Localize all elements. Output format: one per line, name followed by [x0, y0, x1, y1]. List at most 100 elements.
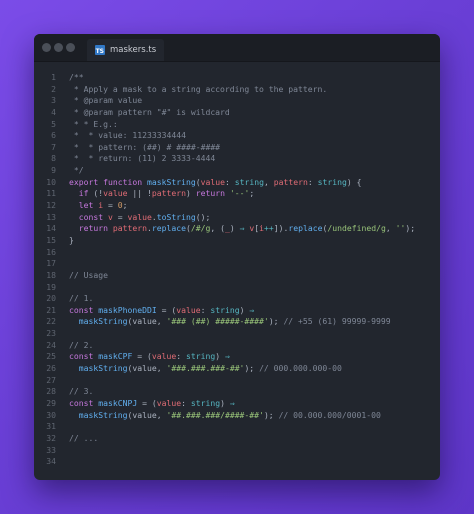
code-line[interactable]: 17: [34, 258, 440, 270]
code-line[interactable]: 10 export function maskString(value: stri…: [34, 177, 440, 189]
line-number: 28: [46, 386, 56, 397]
code-token: );: [405, 223, 416, 234]
code-token: * * E.g.:: [69, 118, 118, 129]
code-line[interactable]: 9 */: [34, 165, 440, 177]
code-line[interactable]: 5 * * E.g.:: [34, 119, 440, 131]
code-token: // Usage: [69, 269, 108, 280]
line-number: 31: [46, 421, 56, 432]
code-token: ) {: [346, 176, 362, 187]
code-line[interactable]: 2 * Apply a mask to a string according t…: [34, 84, 440, 96]
code-text: * * pattern: (##) # ####-####: [69, 142, 220, 154]
code-token: ): [220, 397, 230, 408]
code-token: return: [78, 223, 113, 234]
code-token: if: [78, 188, 94, 199]
code-line[interactable]: 24 // 2.: [34, 340, 440, 352]
code-text: * * E.g.:: [69, 119, 118, 131]
code-token: // +55 (61) 99999-9999: [283, 316, 391, 327]
code-line[interactable]: 27: [34, 375, 440, 387]
line-number: 9: [51, 165, 56, 176]
line-number: 24: [46, 339, 56, 350]
code-line[interactable]: 6 * * value: 11233334444: [34, 130, 440, 142]
code-token: let: [78, 200, 99, 211]
code-token: (value,: [127, 409, 167, 420]
line-number: 21: [46, 304, 56, 315]
code-text: * @param pattern "#" is wildcard: [69, 107, 230, 119]
code-line[interactable]: 7 * * pattern: (##) # ####-####: [34, 142, 440, 154]
code-token: '### (##) #####-####': [166, 316, 269, 327]
title-bar: TS maskers.ts: [34, 34, 440, 62]
code-line[interactable]: 29 const maskCNPJ = (value: string) ⇒: [34, 398, 440, 410]
code-text: const v = value.toString();: [69, 211, 211, 224]
code-text: const maskCPF = (value: string) ⇒: [69, 351, 230, 363]
line-number: 27: [46, 374, 56, 385]
line-number: 23: [46, 328, 56, 339]
code-line[interactable]: 31: [34, 421, 440, 433]
code-line[interactable]: 16: [34, 247, 440, 259]
line-number: 2: [51, 83, 56, 94]
code-token: export: [69, 176, 104, 187]
code-token: replace: [151, 223, 186, 234]
line-number: 8: [51, 153, 56, 164]
maximize-window-dot[interactable]: [66, 43, 75, 52]
code-token: maskString: [146, 176, 196, 187]
code-line[interactable]: 34: [34, 456, 440, 468]
code-line[interactable]: 32 // ...: [34, 433, 440, 445]
code-line[interactable]: 22 maskString(value, '### (##) #####-###…: [34, 316, 440, 328]
code-token: toString: [156, 211, 196, 222]
code-token: = (: [137, 397, 157, 408]
code-line[interactable]: 23: [34, 328, 440, 340]
code-line[interactable]: 21 const maskPhoneDDI = (value: string) ⇒: [34, 305, 440, 317]
code-line[interactable]: 1 /**: [34, 72, 440, 84]
code-line[interactable]: 11 if (!value || !pattern) return '--';: [34, 188, 440, 200]
code-line[interactable]: 20 // 1.: [34, 293, 440, 305]
code-text: // ...: [69, 433, 98, 445]
code-token: ): [239, 304, 250, 315]
line-number: 19: [46, 281, 56, 292]
code-line[interactable]: 15}: [34, 235, 440, 247]
code-area[interactable]: 1 /** 2 * Apply a mask to a string accordi…: [34, 72, 440, 468]
code-line[interactable]: 30 maskString(value, '##.###.###/####-##…: [34, 410, 440, 422]
code-line[interactable]: 25 const maskCPF = (value: string) ⇒: [34, 351, 440, 363]
code-token: // ...: [69, 432, 99, 443]
code-text: if (!value || !pattern) return '--';: [69, 188, 255, 200]
code-text: // Usage: [69, 270, 108, 282]
code-token: ⇒: [249, 304, 255, 315]
code-line[interactable]: 33: [34, 445, 440, 457]
code-token: // 000.000.000-00: [259, 363, 342, 374]
line-number: 16: [46, 246, 56, 257]
code-token: = (: [132, 351, 152, 362]
line-number: 12: [46, 200, 56, 211]
code-line[interactable]: 4 * @param pattern "#" is wildcard: [34, 107, 440, 119]
code-token: :: [176, 351, 186, 362]
code-token: maskCNPJ: [98, 397, 138, 408]
code-token: || !: [127, 188, 152, 199]
code-token: string: [210, 304, 240, 315]
code-text: * * value: 11233334444: [69, 130, 186, 142]
code-token: ();: [195, 211, 211, 222]
line-number: 29: [46, 397, 56, 408]
code-token: maskString: [78, 409, 128, 420]
close-window-dot[interactable]: [42, 43, 51, 52]
code-line[interactable]: 12 let i = 0;: [34, 200, 440, 212]
code-line[interactable]: 8 * * return: (11) 2 3333-4444: [34, 153, 440, 165]
code-line[interactable]: 13 const v = value.toString();: [34, 212, 440, 224]
file-tab-label: maskers.ts: [110, 45, 157, 55]
code-token: /undefined/g: [327, 223, 386, 234]
code-token: ⇒: [229, 397, 235, 408]
line-number: 7: [51, 141, 56, 152]
code-line[interactable]: 26 maskString(value, '###.###.###-##'); …: [34, 363, 440, 375]
code-line[interactable]: 18 // Usage: [34, 270, 440, 282]
code-line[interactable]: 28 // 3.: [34, 386, 440, 398]
code-token: value: [127, 211, 152, 222]
code-line[interactable]: 19: [34, 282, 440, 294]
code-text: let i = 0;: [69, 200, 128, 212]
minimize-window-dot[interactable]: [54, 43, 63, 52]
code-token: '###.###.###-##': [166, 363, 245, 374]
code-line[interactable]: 14 return pattern.replace(/#/g, (_) ⇒ v[…: [34, 223, 440, 235]
code-token: * @param value: [69, 95, 143, 106]
file-tab[interactable]: TS maskers.ts: [87, 39, 165, 61]
line-number: 1: [51, 72, 56, 82]
code-line[interactable]: 3 * @param value: [34, 95, 440, 107]
line-number: 20: [46, 293, 56, 304]
